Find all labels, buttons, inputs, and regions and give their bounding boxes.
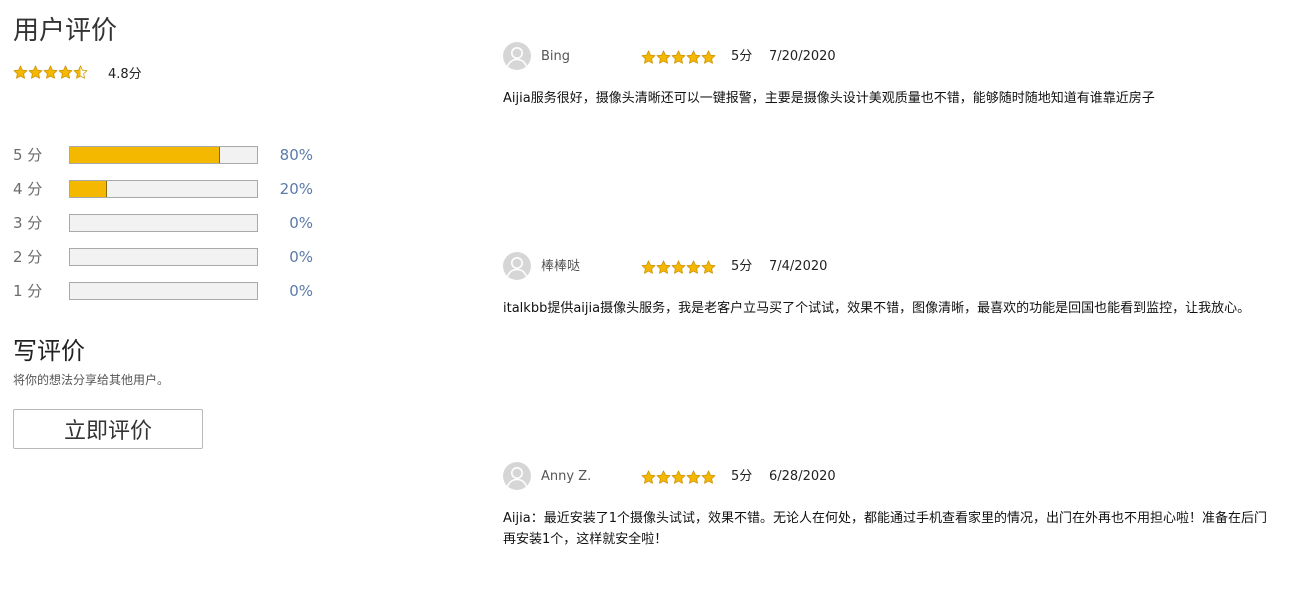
review-list: Bing 5分 7/20/2020 Aijia服务很好，摄像头清晰还可以一键报警… xyxy=(503,0,1293,589)
histogram-row-2[interactable]: 2 分 0% xyxy=(13,246,333,268)
histogram-percent: 0% xyxy=(289,282,313,300)
review-stars xyxy=(641,50,716,65)
review-header: 棒棒哒 5分 7/4/2020 xyxy=(503,252,1293,282)
star-icon xyxy=(686,50,701,64)
star-icon xyxy=(13,65,28,79)
page-title: 用户评价 xyxy=(13,16,118,46)
star-icon xyxy=(701,470,716,484)
review-text: Aijia：最近安装了1个摄像头试试，效果不错。无论人在何处，都能通过手机查看家… xyxy=(503,511,1267,547)
review-stars xyxy=(641,470,716,485)
histogram-bar xyxy=(69,248,258,266)
histogram-percent: 80% xyxy=(279,146,313,164)
histogram-label: 2 分 xyxy=(13,248,43,266)
reviewer-name: Anny Z. xyxy=(541,469,592,484)
histogram-bar-fill xyxy=(70,181,108,197)
star-icon xyxy=(701,50,716,64)
review-score: 5分 xyxy=(731,469,753,484)
user-avatar-icon xyxy=(503,462,531,490)
review-score: 5分 xyxy=(731,259,753,274)
average-rating-text: 4.8分 xyxy=(108,66,142,82)
star-icon xyxy=(686,260,701,274)
review-score: 5分 xyxy=(731,49,753,64)
histogram-bar xyxy=(69,180,258,198)
star-icon xyxy=(671,50,686,64)
reviewer-name: Bing xyxy=(541,49,571,64)
star-icon xyxy=(58,65,73,79)
average-rating-row: 4.8分 xyxy=(13,62,142,82)
histogram-percent: 0% xyxy=(289,214,313,232)
average-stars xyxy=(13,65,88,80)
reviewer-name: 棒棒哒 xyxy=(541,259,581,274)
review-header: Anny Z. 5分 6/28/2020 xyxy=(503,462,1293,492)
histogram-label: 4 分 xyxy=(13,180,43,198)
star-icon xyxy=(43,65,58,79)
write-review-button[interactable]: 立即评价 xyxy=(13,409,203,449)
star-icon xyxy=(28,65,43,79)
rating-summary-panel: 用户评价 4.8分 5 分 80% 4 分 20% 3 分 0% 2 分 0% … xyxy=(13,0,343,589)
histogram-row-1[interactable]: 1 分 0% xyxy=(13,280,333,302)
review-stars xyxy=(641,260,716,275)
histogram-bar-fill xyxy=(70,147,220,163)
star-icon xyxy=(686,470,701,484)
review-header: Bing 5分 7/20/2020 xyxy=(503,42,1293,72)
histogram-bar xyxy=(69,282,258,300)
user-avatar-icon xyxy=(503,42,531,70)
star-icon xyxy=(641,260,656,274)
star-icon xyxy=(701,260,716,274)
review-text: italkbb提供aijia摄像头服务，我是老客户立马买了个试试，效果不错，图像… xyxy=(503,301,1251,316)
histogram-bar xyxy=(69,146,258,164)
histogram-bar xyxy=(69,214,258,232)
histogram-label: 1 分 xyxy=(13,282,43,300)
histogram-row-4[interactable]: 4 分 20% xyxy=(13,178,333,200)
histogram-percent: 20% xyxy=(279,180,313,198)
star-icon xyxy=(656,50,671,64)
star-half-icon xyxy=(73,65,88,79)
review-date: 7/4/2020 xyxy=(769,259,828,274)
star-icon xyxy=(641,50,656,64)
histogram-label: 3 分 xyxy=(13,214,43,232)
histogram-row-3[interactable]: 3 分 0% xyxy=(13,212,333,234)
star-icon xyxy=(671,260,686,274)
review-date: 7/20/2020 xyxy=(769,49,836,64)
star-icon xyxy=(641,470,656,484)
user-avatar-icon xyxy=(503,252,531,280)
review-text: Aijia服务很好，摄像头清晰还可以一键报警，主要是摄像头设计美观质量也不错，能… xyxy=(503,91,1155,106)
write-review-subtitle: 将你的想法分享给其他用户。 xyxy=(13,373,170,387)
histogram-row-5[interactable]: 5 分 80% xyxy=(13,144,333,166)
star-icon xyxy=(656,260,671,274)
star-icon xyxy=(656,470,671,484)
histogram-percent: 0% xyxy=(289,248,313,266)
histogram-label: 5 分 xyxy=(13,146,43,164)
review-date: 6/28/2020 xyxy=(769,469,836,484)
star-icon xyxy=(671,470,686,484)
write-review-title: 写评价 xyxy=(13,337,85,365)
